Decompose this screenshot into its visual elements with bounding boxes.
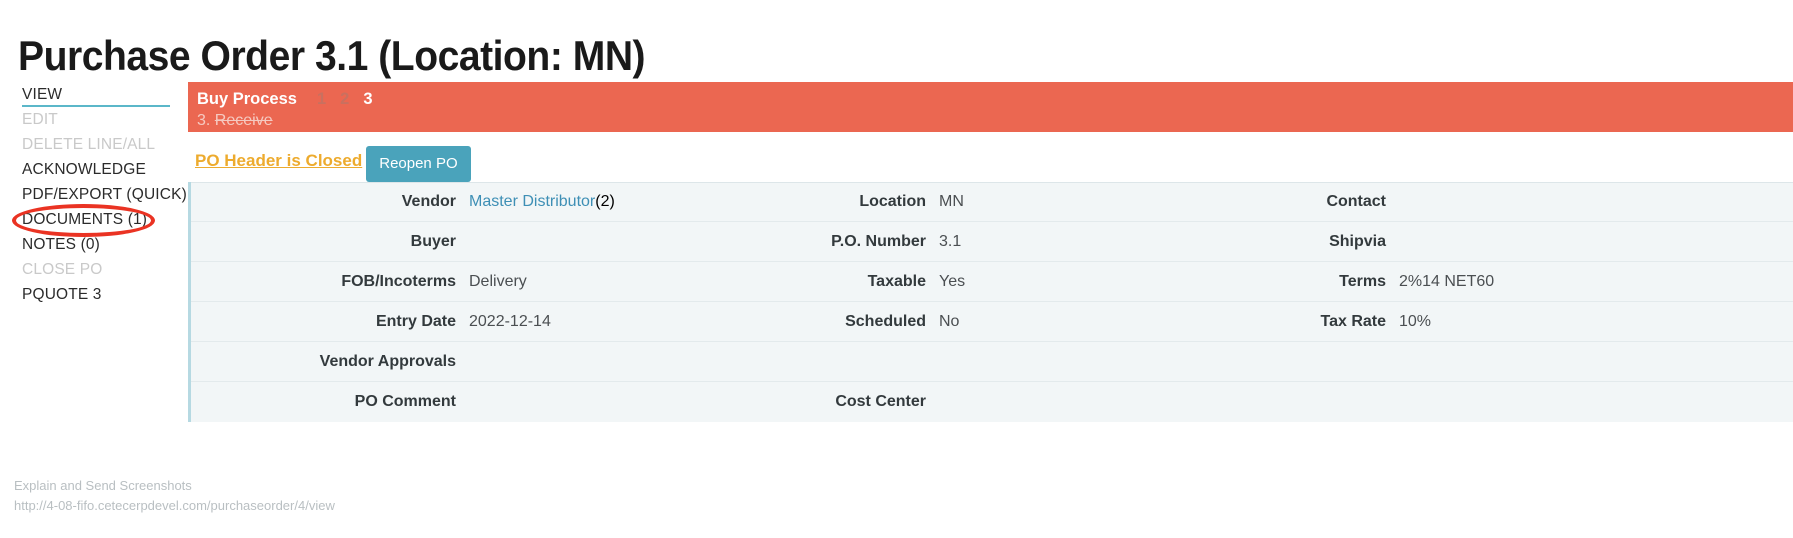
- field-terms: Terms 2%14 NET60: [1181, 262, 1721, 302]
- status-overlay-title: Explain and Send Screenshots: [14, 478, 192, 493]
- sidebar-item-edit: EDIT: [22, 111, 58, 128]
- table-row: PO Comment Cost Center: [191, 382, 1793, 422]
- page-title: Purchase Order 3.1 (Location: MN): [18, 32, 646, 80]
- table-row: Vendor Approvals: [191, 342, 1793, 382]
- status-bar-url: http://4-08-fifo.cetecerpdevel.com/purch…: [14, 498, 335, 513]
- field-vendor-approvals: Vendor Approvals: [191, 342, 731, 382]
- sidebar-item-delete-line-all: DELETE LINE/ALL: [22, 136, 156, 153]
- field-label: Tax Rate: [1320, 312, 1386, 330]
- field-vendor: Vendor Master Distributor (2): [191, 182, 731, 222]
- field-value: No: [939, 312, 960, 330]
- field-value: 10%: [1399, 312, 1432, 330]
- field-label: Vendor: [401, 193, 456, 210]
- buy-process-step-1[interactable]: 1: [317, 88, 326, 110]
- buy-process-label: Buy Process: [197, 90, 297, 108]
- field-label: P.O. Number: [831, 232, 926, 250]
- sidebar-item-view[interactable]: VIEW: [22, 82, 170, 107]
- field-label: Taxable: [867, 272, 926, 290]
- field-shipvia: Shipvia: [1181, 222, 1721, 262]
- field-value: MN: [939, 193, 964, 210]
- status-overlay: Explain and Send Screenshots http://4-08…: [14, 476, 335, 516]
- field-label: FOB/Incoterms: [341, 272, 456, 290]
- buy-process-banner: Buy Process 1 2 3 3. Receive: [188, 82, 1793, 132]
- buy-process-step-number: 3.: [197, 112, 215, 129]
- main-content: Buy Process 1 2 3 3. Receive PO Header is C…: [188, 82, 1793, 422]
- vendor-id-suffix: (2): [595, 193, 615, 210]
- po-header-closed-link[interactable]: PO Header is Closed: [195, 151, 362, 171]
- field-contact: Contact: [1181, 182, 1721, 222]
- field-label: Terms: [1339, 272, 1386, 290]
- field-empty-b: [1181, 342, 1721, 382]
- field-empty-c: [1181, 382, 1721, 422]
- field-buyer: Buyer: [191, 222, 731, 262]
- sidebar-nav: VIEW EDIT DELETE LINE/ALL ACKNOWLEDGE PD…: [22, 82, 187, 307]
- field-po-number: P.O. Number 3.1: [731, 222, 1181, 262]
- sidebar-item-documents[interactable]: DOCUMENTS (1): [22, 207, 172, 232]
- field-label: Entry Date: [375, 312, 456, 330]
- sidebar-item-acknowledge[interactable]: ACKNOWLEDGE: [22, 157, 172, 182]
- sidebar-item-pquote[interactable]: PQUOTE 3: [22, 282, 172, 307]
- field-value: Delivery: [469, 272, 527, 290]
- vendor-link[interactable]: Master Distributor: [456, 182, 595, 222]
- sidebar-item-pdf-export-quick[interactable]: PDF/EXPORT (QUICK): [22, 182, 187, 207]
- reopen-po-button[interactable]: Reopen PO: [366, 146, 471, 182]
- field-location: Location MN: [731, 182, 1181, 222]
- buy-process-step-3[interactable]: 3: [363, 88, 372, 110]
- table-row: Vendor Master Distributor (2) Location M…: [191, 182, 1793, 222]
- field-value: Yes: [939, 272, 966, 290]
- buy-process-step-2[interactable]: 2: [340, 88, 349, 110]
- app-screen: Purchase Order 3.1 (Location: MN) VIEW E…: [0, 0, 1793, 538]
- field-label: Cost Center: [835, 393, 926, 410]
- sidebar-item-notes[interactable]: NOTES (0): [22, 232, 172, 257]
- field-value: 2022-12-14: [469, 312, 551, 330]
- field-value: 3.1: [939, 232, 962, 250]
- field-scheduled: Scheduled No: [731, 302, 1181, 342]
- po-detail-panel: Vendor Master Distributor (2) Location M…: [188, 182, 1793, 422]
- field-entry-date: Entry Date 2022-12-14: [191, 302, 731, 342]
- field-label: Vendor Approvals: [319, 352, 456, 370]
- field-taxable: Taxable Yes: [731, 262, 1181, 302]
- table-row: Entry Date 2022-12-14 Scheduled No Tax R…: [191, 302, 1793, 342]
- buy-process-current-step-text: 3. Receive: [197, 110, 1793, 132]
- field-label: Location: [859, 193, 926, 210]
- field-fob-incoterms: FOB/Incoterms Delivery: [191, 262, 731, 302]
- field-label: Contact: [1326, 193, 1386, 210]
- field-value: 2%14 NET60: [1399, 272, 1495, 290]
- table-row: Buyer P.O. Number 3.1 Shipvia: [191, 222, 1793, 262]
- field-label: Buyer: [410, 232, 456, 250]
- field-label: Shipvia: [1329, 232, 1386, 250]
- field-label: Scheduled: [845, 312, 926, 330]
- field-cost-center: Cost Center: [731, 382, 1181, 422]
- field-empty-a: [731, 342, 1181, 382]
- field-tax-rate: Tax Rate 10%: [1181, 302, 1721, 342]
- buy-process-steps-row: Buy Process 1 2 3: [197, 88, 1793, 110]
- po-closed-bar: PO Header is Closed Reopen PO: [188, 132, 1793, 182]
- buy-process-step-name: Receive: [214, 112, 273, 129]
- field-label: PO Comment: [354, 393, 456, 410]
- sidebar-item-close-po: CLOSE PO: [22, 261, 103, 278]
- table-row: FOB/Incoterms Delivery Taxable Yes Terms…: [191, 262, 1793, 302]
- field-po-comment: PO Comment: [191, 382, 731, 422]
